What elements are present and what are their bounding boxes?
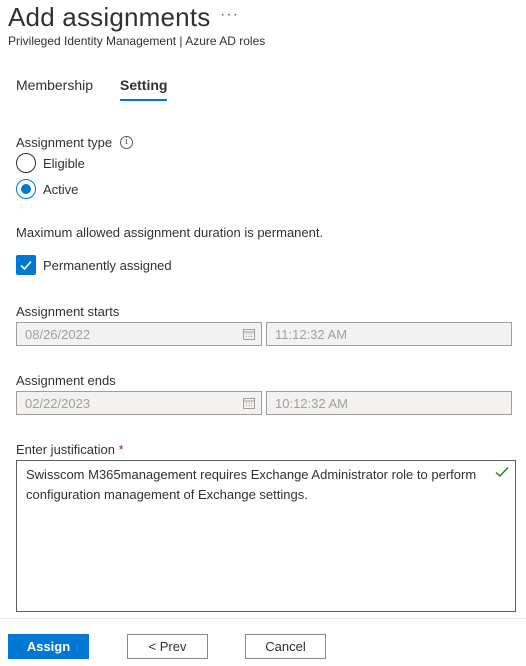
start-date-field[interactable]: 08/26/2022 bbox=[16, 322, 262, 346]
justification-text: Swisscom M365management requires Exchang… bbox=[26, 467, 477, 502]
end-time-value: 10:12:32 AM bbox=[275, 396, 348, 411]
justification-label: Enter justification * bbox=[16, 442, 124, 457]
start-time-value: 11:12:32 AM bbox=[275, 327, 348, 342]
checkmark-icon bbox=[20, 260, 32, 271]
eligible-label: Eligible bbox=[43, 156, 85, 171]
cancel-button[interactable]: Cancel bbox=[245, 634, 326, 659]
eligible-radio[interactable] bbox=[16, 153, 36, 173]
breadcrumb-subtitle: Privileged Identity Management | Azure A… bbox=[8, 34, 266, 48]
permanently-assigned-checkbox[interactable] bbox=[16, 255, 36, 275]
info-icon[interactable]: i bbox=[120, 136, 133, 149]
required-asterisk: * bbox=[118, 442, 124, 457]
active-label: Active bbox=[43, 182, 79, 197]
more-options-button[interactable]: ··· bbox=[220, 6, 239, 24]
end-time-field[interactable]: 10:12:32 AM bbox=[266, 391, 512, 415]
tab-setting[interactable]: Setting bbox=[120, 77, 168, 101]
assignment-starts-label: Assignment starts bbox=[16, 304, 120, 319]
assignment-ends-label: Assignment ends bbox=[16, 373, 116, 388]
start-date-value: 08/26/2022 bbox=[25, 327, 91, 342]
assignment-type-label: Assignment type bbox=[16, 135, 113, 150]
start-time-field[interactable]: 11:12:32 AM bbox=[266, 322, 512, 346]
calendar-icon bbox=[243, 329, 255, 340]
justification-textarea[interactable]: Swisscom M365management requires Exchang… bbox=[16, 460, 516, 612]
active-radio[interactable] bbox=[16, 179, 36, 199]
justification-label-text: Enter justification bbox=[16, 442, 115, 457]
footer-divider bbox=[0, 618, 526, 619]
permanently-assigned-label: Permanently assigned bbox=[43, 258, 172, 273]
calendar-icon bbox=[243, 398, 255, 409]
prev-button[interactable]: < Prev bbox=[127, 634, 208, 659]
valid-check-icon bbox=[495, 467, 509, 477]
assign-button[interactable]: Assign bbox=[8, 634, 89, 659]
tab-membership[interactable]: Membership bbox=[16, 77, 93, 99]
end-date-field[interactable]: 02/22/2023 bbox=[16, 391, 262, 415]
duration-note: Maximum allowed assignment duration is p… bbox=[16, 225, 324, 240]
end-date-value: 02/22/2023 bbox=[25, 396, 91, 411]
page-title: Add assignments bbox=[8, 2, 211, 32]
